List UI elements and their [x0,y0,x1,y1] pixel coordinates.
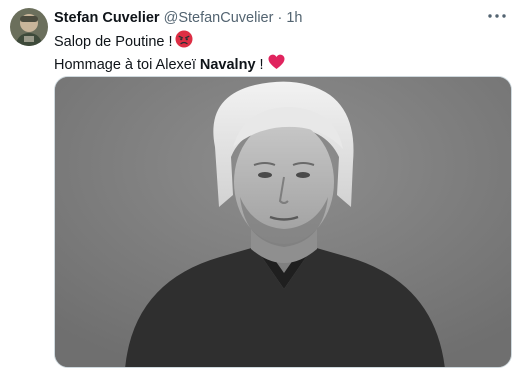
tweet-text-part: Hommage à toi Alexeï [54,56,200,73]
tweet-text-bold: Navalny [199,56,256,73]
avatar-image [10,8,48,46]
tweet-text-part: Salop de Poutine ! [54,33,173,50]
tweet-header: Stefan Cuvelier @StefanCuvelier · 1h [54,9,302,27]
timestamp[interactable]: 1h [286,10,302,26]
avatar[interactable] [10,8,48,46]
author-name[interactable]: Stefan Cuvelier [54,10,160,26]
author-handle[interactable]: @StefanCuvelier [164,10,274,26]
angry-face-icon [175,30,193,54]
tweet-text-line-1: Salop de Poutine ! [54,30,285,54]
portrait-photo [55,77,511,367]
tweet-text: Salop de Poutine ! Hommage à toi Alexeï … [54,30,285,76]
more-options-icon [488,14,506,18]
red-heart-icon [268,54,285,76]
tweet-text-part: ! [255,56,264,73]
tweet-media-image[interactable] [54,76,512,368]
tweet-text-line-2: Hommage à toi Alexeï Navalny ! [54,54,285,76]
tweet-card[interactable]: Stefan Cuvelier @StefanCuvelier · 1h Sal… [0,0,522,375]
more-options-button[interactable] [486,7,508,25]
separator-dot: · [277,10,283,26]
